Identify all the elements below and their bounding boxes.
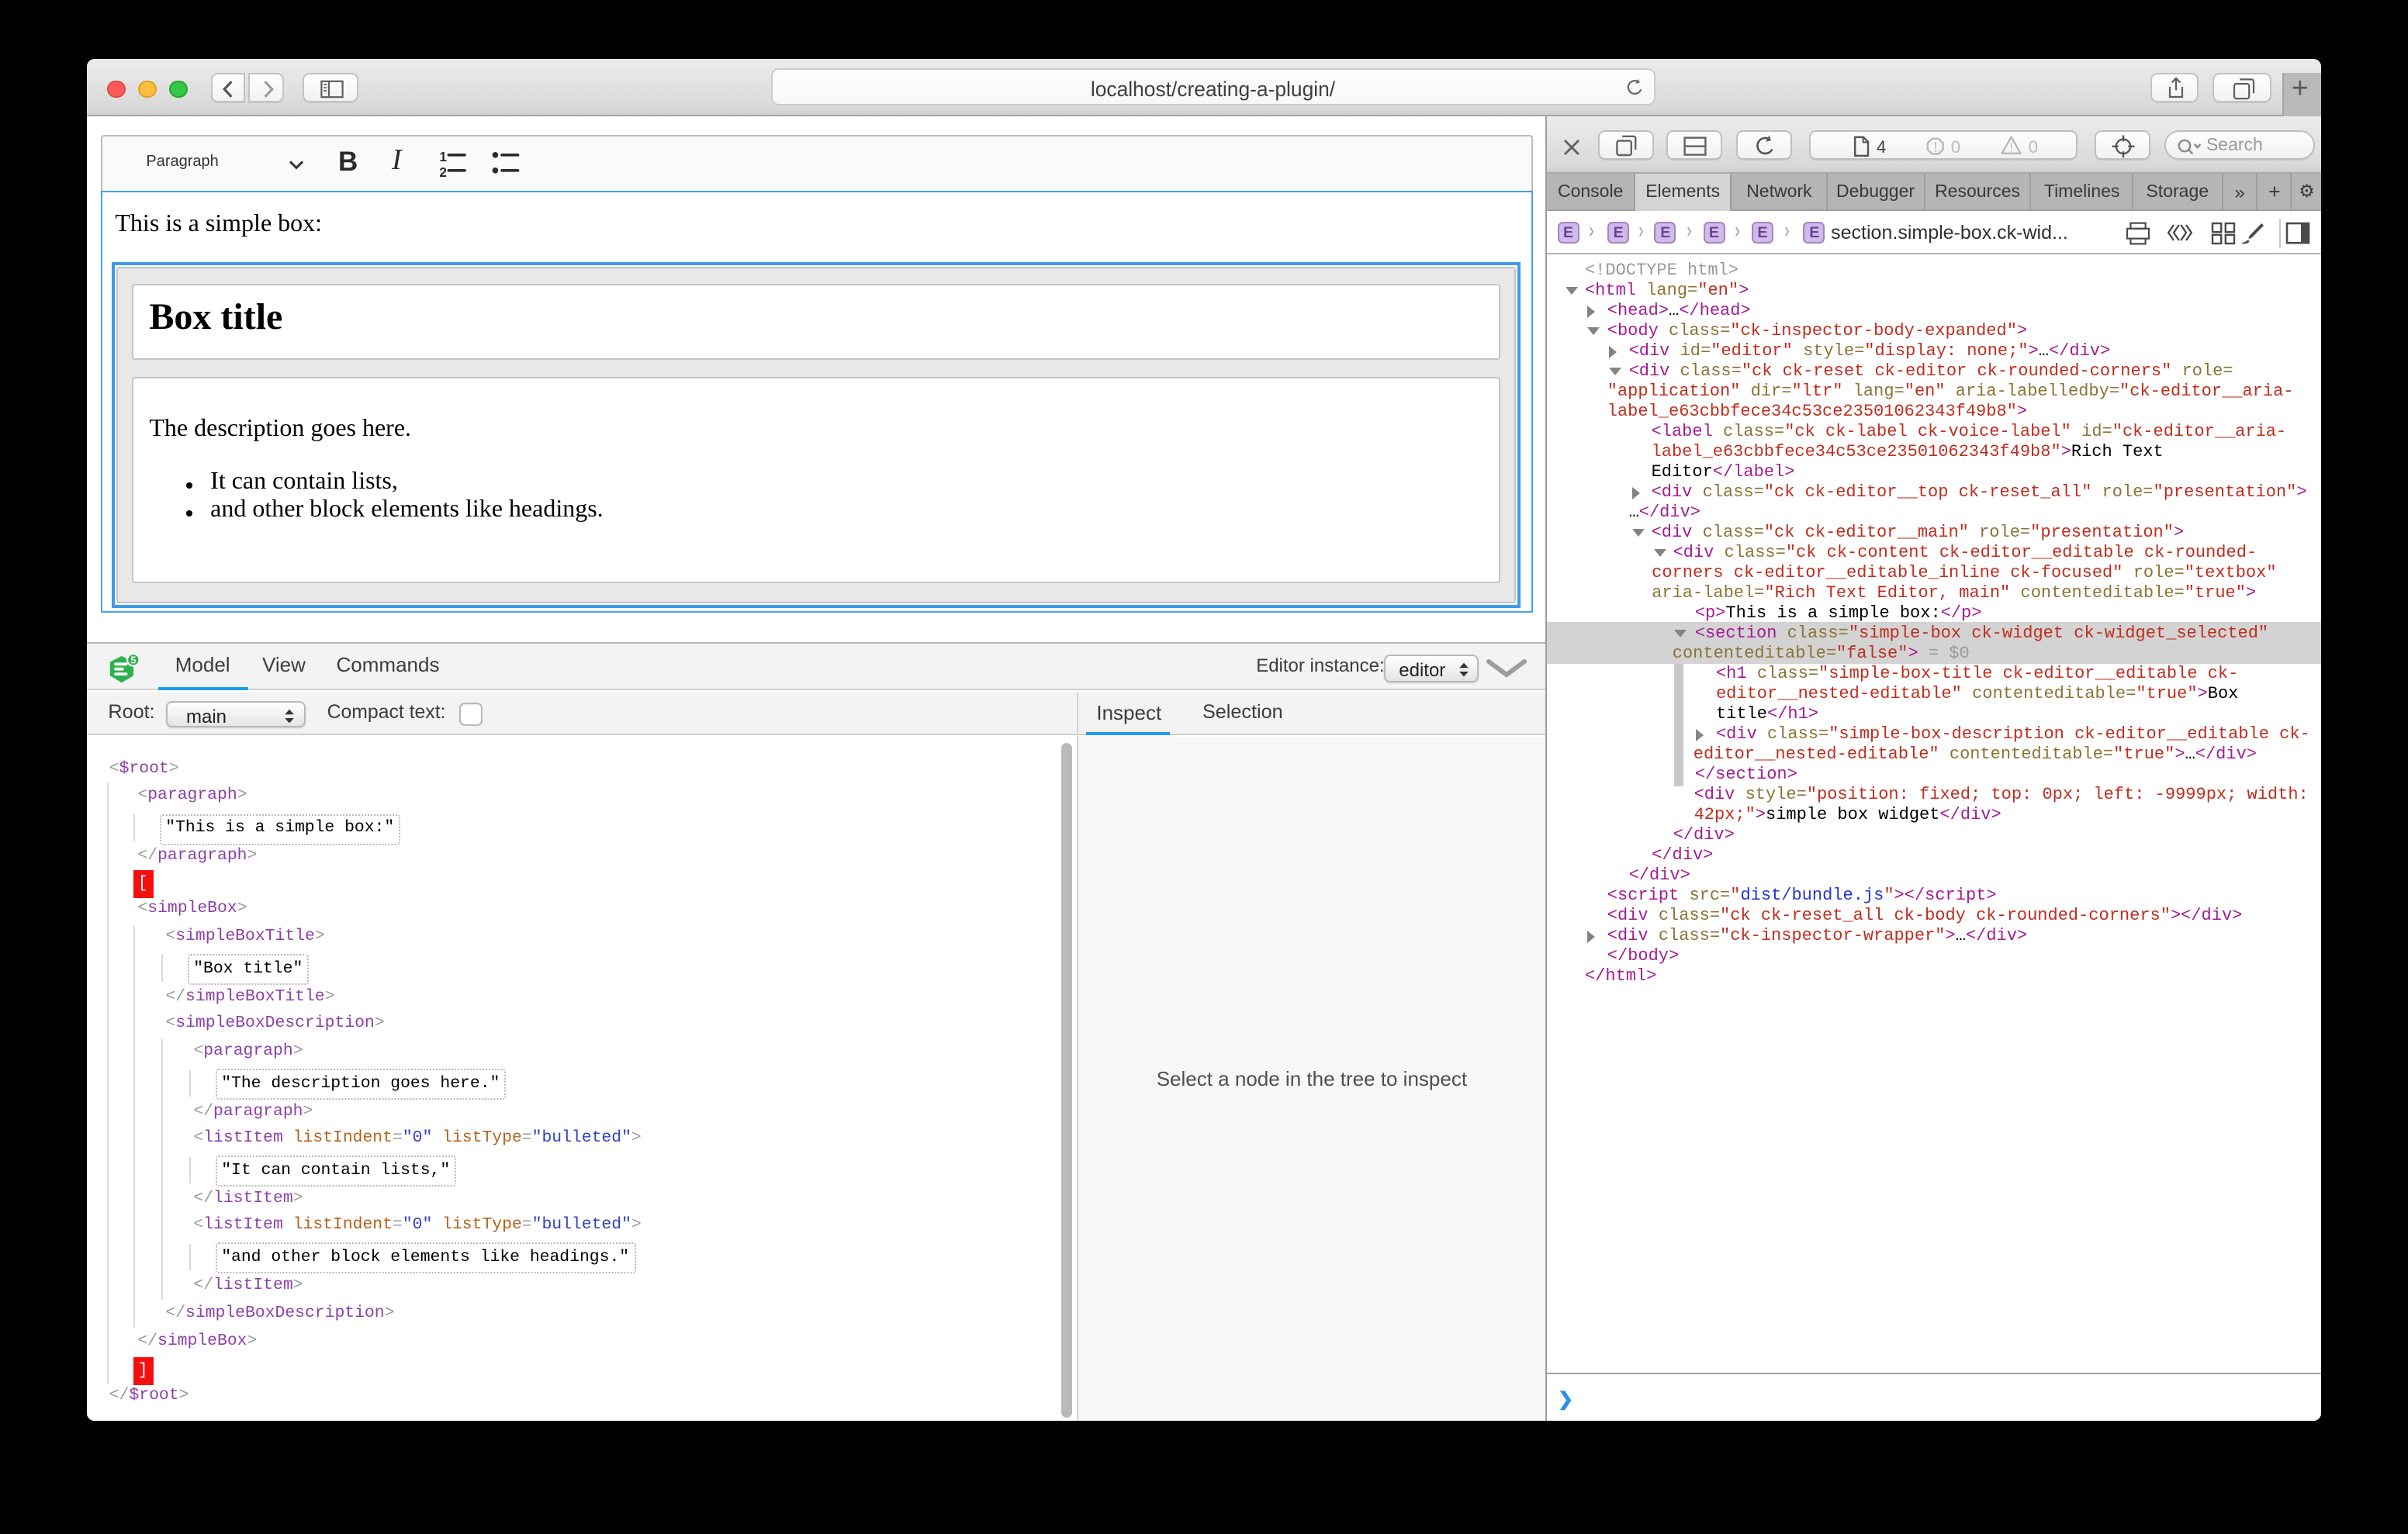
svg-text:4: 4 (1877, 137, 1887, 157)
svg-text:!: ! (1934, 139, 1938, 154)
svg-text:5: 5 (131, 655, 137, 666)
svg-text:2: 2 (438, 165, 446, 179)
svg-text:1: 1 (438, 150, 446, 165)
svg-text:0: 0 (2029, 137, 2039, 157)
svg-text:0: 0 (1952, 137, 1961, 157)
svg-text:!: ! (2010, 141, 2013, 154)
